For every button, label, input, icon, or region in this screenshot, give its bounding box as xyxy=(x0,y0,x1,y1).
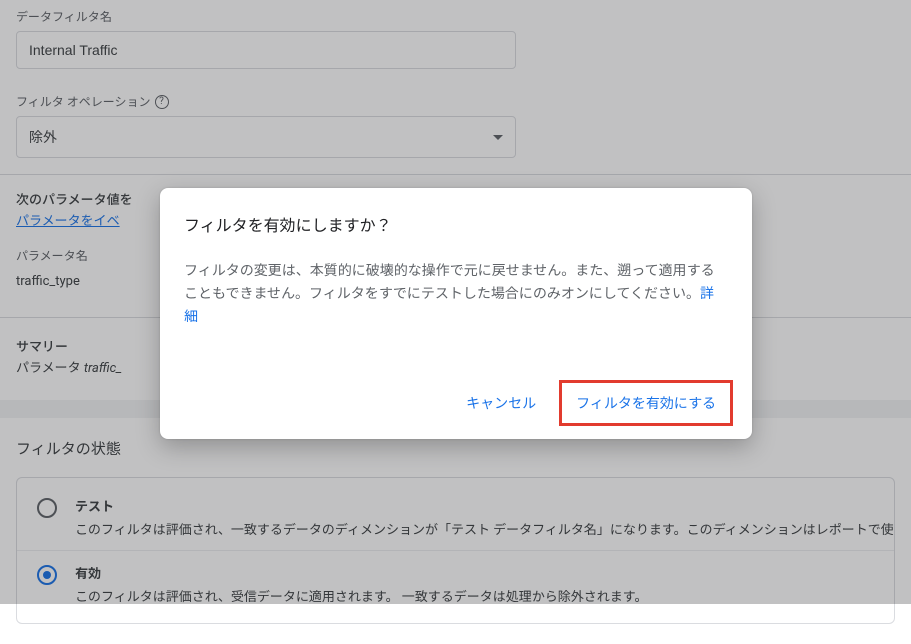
dialog-actions: キャンセル フィルタを有効にする xyxy=(184,385,728,421)
enable-filter-button[interactable]: フィルタを有効にする xyxy=(564,385,728,421)
dialog-title: フィルタを有効にしますか？ xyxy=(184,212,728,236)
cancel-button[interactable]: キャンセル xyxy=(454,385,548,421)
dialog-body-text: フィルタの変更は、本質的に破壊的な操作で元に戻せません。また、遡って適用すること… xyxy=(184,263,715,302)
dialog-body: フィルタの変更は、本質的に破壊的な操作で元に戻せません。また、遡って適用すること… xyxy=(184,260,728,329)
confirm-dialog: フィルタを有効にしますか？ フィルタの変更は、本質的に破壊的な操作で元に戻せませ… xyxy=(160,188,752,439)
